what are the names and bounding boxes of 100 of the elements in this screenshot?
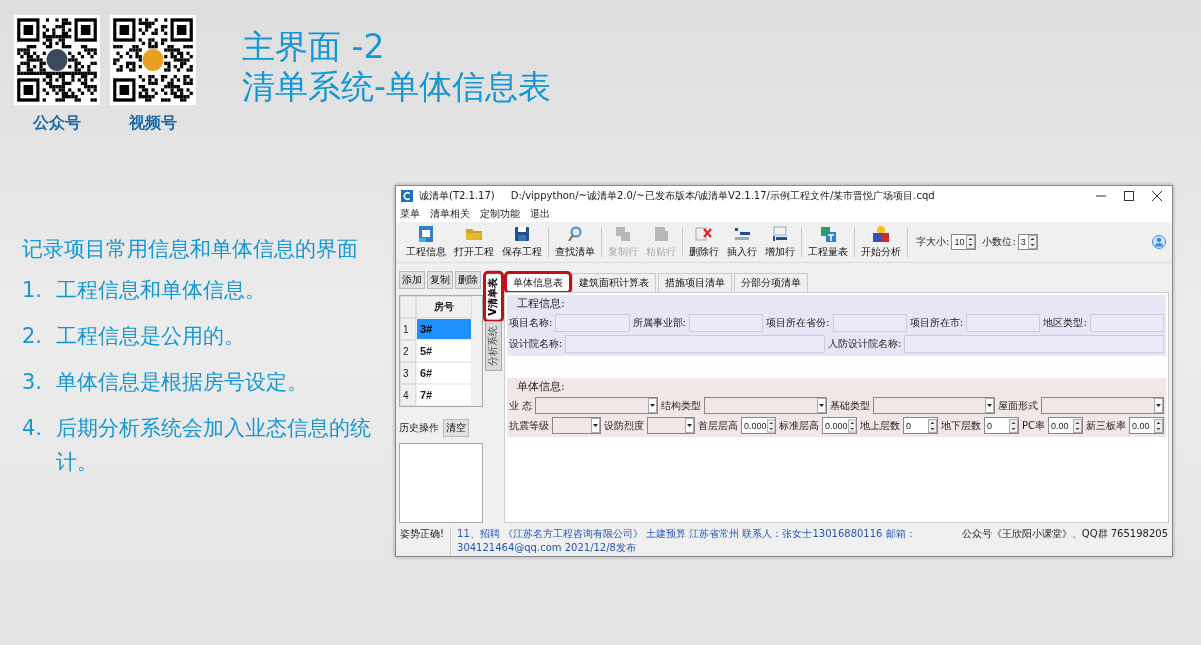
spin-arrows-icon[interactable]: [1154, 418, 1163, 433]
spin-field[interactable]: 0.00: [1129, 417, 1164, 434]
dropdown-field[interactable]: [646, 417, 695, 434]
file-path: D:/vippython/~诚清单2.0/~已发布版本/诚清单V2.1.17/示例工程文件/某市晋悦广场项目.cqd: [510, 189, 935, 203]
field-label: 项目所在市:: [909, 316, 964, 330]
toolbar-button[interactable]: 插入行: [723, 225, 761, 259]
input-field[interactable]: [555, 314, 630, 332]
panel-button[interactable]: 复制: [427, 271, 453, 289]
window-title: 诚清单(T2.1.17): [419, 189, 495, 203]
list-number: 1.: [22, 277, 44, 304]
slide-title: 主界面 -2: [242, 27, 386, 67]
tab[interactable]: 分部分项清单: [734, 273, 808, 292]
side-tab[interactable]: 分析系统: [485, 320, 502, 371]
toolbar-button[interactable]: 查找清单: [551, 225, 599, 259]
spin-field[interactable]: 0.00: [1048, 417, 1083, 434]
spin-arrows-icon[interactable]: [966, 235, 976, 249]
menu-item[interactable]: 定制功能: [480, 207, 520, 221]
dropdown-field[interactable]: [535, 397, 658, 414]
room-cell[interactable]: 7#: [416, 384, 472, 406]
scrollbar[interactable]: [472, 296, 482, 406]
cubes-icon: [872, 225, 890, 243]
field-label: 首层层高: [698, 418, 738, 433]
list-text: 单体信息是根据房号设定。: [56, 369, 309, 396]
spin-arrows-icon[interactable]: [1009, 418, 1018, 433]
input-field[interactable]: [832, 314, 907, 332]
field-label: 人防设计院名称:: [828, 337, 902, 351]
spin-field[interactable]: 0.000: [741, 417, 776, 434]
qr-caption: 视频号: [129, 113, 177, 134]
field-label: 所属事业部:: [632, 316, 686, 330]
list-number: 4.: [22, 415, 44, 442]
spin-arrows-icon[interactable]: [928, 418, 937, 433]
input-field[interactable]: [904, 335, 1164, 353]
number-spinner[interactable]: 3: [1017, 234, 1038, 250]
room-cell[interactable]: 6#: [416, 362, 472, 384]
tab[interactable]: 措施项目清单: [658, 273, 732, 292]
spin-arrows-icon[interactable]: [847, 418, 856, 433]
maximize-icon[interactable]: [1124, 191, 1134, 201]
intro-text: 记录项目常用信息和单体信息的界面: [22, 236, 359, 263]
spinner-label: 小数位:: [982, 235, 1016, 249]
toolbar-button[interactable]: 工程信息: [402, 225, 450, 259]
user-icon[interactable]: [1152, 235, 1166, 249]
row-number: 3: [400, 362, 416, 384]
group-title: 单体信息:: [516, 379, 566, 394]
toolbar-button[interactable]: 保存工程: [498, 225, 546, 259]
dropdown-field[interactable]: [872, 397, 996, 414]
toolbar-button[interactable]: 开始分析: [857, 225, 905, 259]
toolbar-button[interactable]: 删除行: [685, 225, 723, 259]
field-label: 标准层高: [779, 418, 819, 433]
room-cell[interactable]: 3#: [416, 318, 472, 340]
spin-field[interactable]: 0: [903, 417, 938, 434]
spin-arrows-icon[interactable]: [766, 418, 775, 433]
field-label: 屋面形式: [998, 398, 1039, 413]
spin-arrows-icon[interactable]: [1073, 418, 1082, 433]
input-field[interactable]: [688, 314, 764, 332]
field-label: 地上层数: [860, 418, 900, 433]
status-contact: 公众号《王欣阳小课堂》、QQ群 765198205: [961, 527, 1168, 541]
dropdown-field[interactable]: [1041, 397, 1164, 414]
menu-item[interactable]: 清单相关: [430, 207, 470, 221]
list-number: 3.: [22, 369, 44, 396]
field-label: 结构类型: [660, 398, 701, 413]
spin-arrows-icon[interactable]: [1027, 235, 1037, 249]
panel-button[interactable]: 删除: [455, 271, 481, 289]
field-label: 业 态: [509, 398, 533, 413]
row-number: 4: [400, 384, 416, 406]
spin-field[interactable]: 0.000: [822, 417, 857, 434]
menu-item[interactable]: 退出: [530, 207, 550, 221]
input-field[interactable]: [1089, 314, 1164, 332]
table-icon: [819, 225, 837, 243]
row-number: 2: [400, 340, 416, 362]
insert-row-icon: [733, 225, 751, 243]
side-tab[interactable]: V清单表: [485, 273, 502, 321]
field-label: 设防烈度: [603, 418, 644, 433]
panel-button[interactable]: 添加: [399, 271, 425, 289]
slide-title: 清单系统-单体信息表: [242, 67, 551, 107]
list-text: 工程信息是公用的。: [56, 323, 246, 350]
spin-field[interactable]: 0: [984, 417, 1019, 434]
field-label: 项目所在省份:: [766, 316, 830, 330]
clear-button[interactable]: 清空: [443, 419, 469, 437]
tab[interactable]: 单体信息表: [506, 273, 570, 292]
caret-icon: [816, 398, 826, 413]
number-spinner[interactable]: 10: [951, 234, 977, 250]
field-label: 地区类型:: [1043, 316, 1087, 330]
room-cell[interactable]: 5#: [416, 340, 472, 362]
history-list[interactable]: [399, 443, 483, 523]
close-icon[interactable]: [1152, 191, 1162, 201]
toolbar-button[interactable]: 工程量表: [804, 225, 852, 259]
input-field[interactable]: [966, 314, 1041, 332]
field-label: 设计院名称:: [509, 337, 563, 351]
list-text: 后期分析系统会加入业态信息的统计。: [56, 415, 372, 476]
menu-item[interactable]: 菜单: [400, 207, 420, 221]
dropdown-field[interactable]: [703, 397, 827, 414]
toolbar-button[interactable]: 增加行: [761, 225, 799, 259]
caret-icon: [685, 418, 694, 433]
paste-rows-icon: [652, 225, 670, 243]
history-label: 历史操作: [399, 421, 439, 435]
dropdown-field[interactable]: [552, 417, 601, 434]
input-field[interactable]: [565, 335, 825, 353]
toolbar-button[interactable]: 打开工程: [450, 225, 498, 259]
tab[interactable]: 建筑面积计算表: [572, 273, 656, 292]
list-number: 2.: [22, 323, 44, 350]
